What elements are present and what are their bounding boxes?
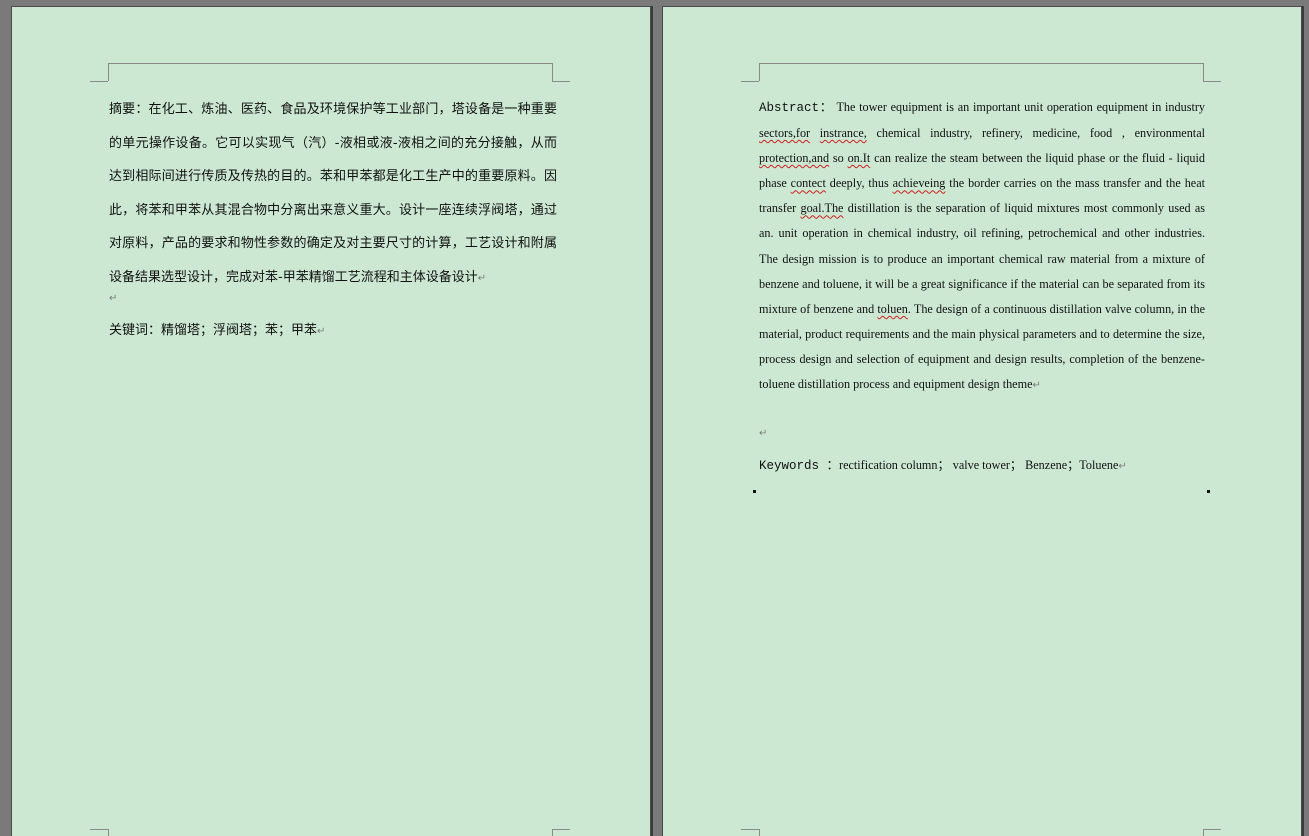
misspelled-word[interactable]: goal.The <box>800 201 843 215</box>
keywords-text: rectification column； valve tower； Benze… <box>839 458 1119 472</box>
abstract-text-run <box>810 126 820 140</box>
misspelled-word[interactable]: protection,and <box>759 151 829 165</box>
crop-mark <box>108 829 109 836</box>
crop-mark <box>741 81 759 82</box>
abstract-text-run: The tower equipment is an important unit… <box>832 100 1205 114</box>
crop-mark <box>759 63 760 81</box>
header-line <box>108 63 552 64</box>
paragraph-mark: ↵ <box>317 326 326 337</box>
misspelled-word[interactable]: achieveing <box>893 176 946 190</box>
paragraph-mark: ↵ <box>477 272 487 284</box>
crop-mark <box>552 829 570 830</box>
document-workspace: 摘要：在化工、炼油、医药、食品及环境保护等工业部门，塔设备是一种重要的单元操作设… <box>0 0 1309 836</box>
crop-mark <box>1203 829 1204 836</box>
crop-mark <box>741 829 759 830</box>
page-chinese-abstract[interactable]: 摘要：在化工、炼油、医药、食品及环境保护等工业部门，塔设备是一种重要的单元操作设… <box>11 6 651 836</box>
empty-paragraph-mark: ↵ <box>759 428 768 439</box>
paragraph-mark: ↵ <box>1118 461 1127 472</box>
english-keywords-line[interactable]: Keywords ：rectification column； valve to… <box>759 454 1127 473</box>
abstract-text: 在化工、炼油、医药、食品及环境保护等工业部门，塔设备是一种重要的单元操作设备。它… <box>109 102 557 285</box>
crop-mark <box>1203 829 1221 830</box>
crop-mark <box>552 81 570 82</box>
abstract-label: Abstract： <box>759 101 833 115</box>
misspelled-word[interactable]: contect <box>791 176 826 190</box>
misspelled-word[interactable]: toluen <box>877 302 907 316</box>
misspelled-word[interactable]: on.It <box>848 151 871 165</box>
chinese-abstract-paragraph[interactable]: 摘要：在化工、炼油、医药、食品及环境保护等工业部门，塔设备是一种重要的单元操作设… <box>109 93 557 295</box>
crop-mark <box>552 63 553 81</box>
crop-mark <box>1203 63 1204 81</box>
chinese-keywords-line[interactable]: 关键词：精馏塔；浮阀塔；苯；甲苯↵ <box>109 319 325 338</box>
abstract-text-run: distillation is the separation of liquid… <box>759 201 1205 316</box>
crop-mark <box>90 81 108 82</box>
abstract-text-run: deeply, thus <box>825 176 893 191</box>
header-line <box>759 63 1203 64</box>
abstract-text-run: chemical industry, refinery, medicine, f… <box>866 126 1205 141</box>
crop-mark <box>108 63 109 81</box>
keywords-text: 精馏塔；浮阀塔；苯；甲苯 <box>161 323 318 338</box>
misspelled-word[interactable]: instrance, <box>820 126 867 140</box>
empty-paragraph-mark: ↵ <box>109 293 118 304</box>
keywords-label: Keywords ： <box>759 459 840 473</box>
english-abstract-paragraph[interactable]: Abstract： The tower equipment is an impo… <box>759 95 1205 398</box>
misspelled-word[interactable]: sectors,for <box>759 126 810 140</box>
crop-mark <box>90 829 108 830</box>
crop-mark <box>1203 81 1221 82</box>
crop-mark <box>759 829 760 836</box>
abstract-text: The tower equipment is an important unit… <box>759 100 1205 391</box>
crop-mark <box>552 829 553 836</box>
keywords-label: 关键词： <box>109 323 162 338</box>
page-english-abstract[interactable]: Abstract： The tower equipment is an impo… <box>662 6 1302 836</box>
abstract-text-run: so <box>829 151 848 166</box>
selection-handle[interactable] <box>753 490 756 493</box>
paragraph-mark: ↵ <box>1032 380 1041 392</box>
selection-handle[interactable] <box>1207 490 1210 493</box>
abstract-label: 摘要： <box>109 102 149 117</box>
